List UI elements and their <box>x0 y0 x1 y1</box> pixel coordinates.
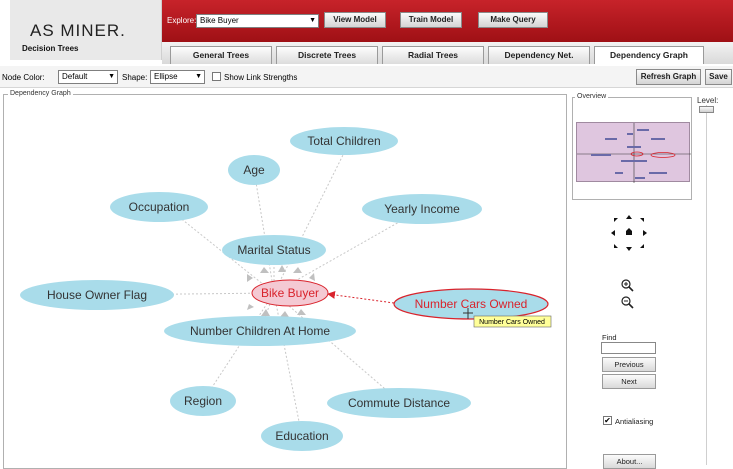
show-link-strengths-label: Show Link Strengths <box>224 73 298 82</box>
refresh-graph-button[interactable]: Refresh Graph <box>636 69 701 85</box>
about-button[interactable]: About... <box>603 454 656 469</box>
level-slider-thumb[interactable] <box>699 106 714 113</box>
node-label: Commute Distance <box>348 396 450 410</box>
node-label: Number Children At Home <box>190 324 330 338</box>
chevron-down-icon: ▼ <box>309 17 316 24</box>
make-query-button[interactable]: Make Query <box>478 12 548 28</box>
find-input[interactable] <box>601 342 656 354</box>
node-region[interactable]: Region <box>170 386 236 416</box>
edge-commute-distance <box>273 292 400 402</box>
explore-select-value: Bike Buyer <box>200 16 239 25</box>
pan-up-left-icon[interactable] <box>614 218 618 222</box>
node-education[interactable]: Education <box>261 421 343 451</box>
chevron-down-icon: ▼ <box>195 73 202 80</box>
explore-select[interactable]: Bike Buyer ▼ <box>196 14 319 28</box>
node-house-owner-flag[interactable]: House Owner Flag <box>20 280 174 310</box>
explore-label: Explore: <box>167 16 197 25</box>
overview-minimap[interactable] <box>576 122 691 183</box>
previous-button[interactable]: Previous <box>602 357 656 372</box>
tab-general-trees[interactable]: General Trees <box>170 46 272 64</box>
app-subtitle: Decision Trees <box>22 44 79 53</box>
tooltip: Number Cars Owned <box>473 315 552 328</box>
tab-dependency-net[interactable]: Dependency Net. <box>488 46 590 64</box>
pan-down-icon[interactable] <box>626 247 632 251</box>
node-color-label: Node Color: <box>2 73 45 82</box>
node-number-children-at-home[interactable]: Number Children At Home <box>164 316 356 346</box>
header: AS MINER. Decision Trees Explore: Bike B… <box>10 0 733 64</box>
antialiasing-label: Antialiasing <box>615 417 654 426</box>
zoom-in-icon[interactable] <box>620 278 636 292</box>
logo: AS MINER. Decision Trees <box>10 0 162 60</box>
edge-age <box>253 169 275 294</box>
train-model-button[interactable]: Train Model <box>400 12 462 28</box>
node-label: Yearly Income <box>384 202 460 216</box>
edge-number-cars-owned <box>327 290 395 304</box>
overview-title: Overview <box>575 93 609 100</box>
pan-down-left-icon[interactable] <box>614 244 618 248</box>
node-label: Total Children <box>307 134 380 148</box>
dependency-graph-panel: Dependency Graph Total Children Age Occu… <box>3 90 568 469</box>
pan-left-icon[interactable] <box>611 230 615 236</box>
node-label: Number Cars Owned <box>415 297 528 311</box>
pan-up-icon[interactable] <box>626 215 632 219</box>
app-window: AS MINER. Decision Trees Explore: Bike B… <box>0 0 733 469</box>
find-label: Find <box>602 333 617 342</box>
node-age[interactable]: Age <box>228 155 280 185</box>
view-model-button[interactable]: View Model <box>324 12 386 28</box>
tab-discrete-trees[interactable]: Discrete Trees <box>276 46 378 64</box>
tab-dependency-graph[interactable]: Dependency Graph <box>594 46 704 64</box>
antialiasing-checkbox[interactable]: ✔ <box>603 416 612 425</box>
home-icon[interactable] <box>626 228 632 235</box>
node-label: Age <box>243 163 265 177</box>
minimap-graph <box>577 123 691 183</box>
chevron-down-icon: ▼ <box>108 73 115 80</box>
node-label: Region <box>184 394 222 408</box>
brand-logo: AS MINER. <box>30 21 126 40</box>
node-total-children[interactable]: Total Children <box>290 127 398 155</box>
node-commute-distance[interactable]: Commute Distance <box>327 388 471 418</box>
overview-panel[interactable]: Overview <box>572 93 692 200</box>
node-color-value: Default <box>62 72 88 81</box>
zoom-out-icon[interactable] <box>620 295 636 309</box>
pan-right-icon[interactable] <box>643 230 647 236</box>
shape-label: Shape: <box>122 73 148 82</box>
node-label: House Owner Flag <box>47 288 147 302</box>
level-slider-track[interactable] <box>706 105 707 465</box>
edge-region <box>202 292 275 402</box>
node-label: Education <box>275 429 328 443</box>
node-yearly-income[interactable]: Yearly Income <box>362 194 482 224</box>
graph-toolbar: Node Color: Default ▼ Shape: Ellipse ▼ S… <box>0 66 733 88</box>
tooltip-text: Number Cars Owned <box>479 319 545 326</box>
node-label: Occupation <box>129 200 190 214</box>
show-link-strengths-checkbox[interactable] <box>212 72 221 81</box>
dependency-graph-canvas[interactable]: Total Children Age Occupation Yearly Inc… <box>4 95 568 469</box>
node-bike-buyer[interactable]: Bike Buyer <box>251 279 329 307</box>
node-color-select[interactable]: Default ▼ <box>58 70 118 84</box>
save-button[interactable]: Save <box>705 69 732 85</box>
level-label: Level: <box>697 96 719 105</box>
tab-radial-trees[interactable]: Radial Trees <box>382 46 484 64</box>
center-node-label: Bike Buyer <box>261 286 319 300</box>
node-occupation[interactable]: Occupation <box>110 192 208 222</box>
pan-up-right-icon[interactable] <box>640 218 644 222</box>
shape-value: Ellipse <box>154 72 178 81</box>
pan-down-right-icon[interactable] <box>640 244 644 248</box>
node-label: Marital Status <box>237 243 310 257</box>
header-toolbar: Explore: Bike Buyer ▼ View Model Train M… <box>162 0 733 42</box>
node-marital-status[interactable]: Marital Status <box>222 235 326 265</box>
node-number-cars-owned[interactable]: Number Cars Owned <box>393 288 549 320</box>
shape-select[interactable]: Ellipse ▼ <box>150 70 205 84</box>
next-button[interactable]: Next <box>602 374 656 389</box>
pan-control <box>611 215 647 251</box>
tab-bar: General Trees Discrete Trees Radial Tree… <box>162 42 733 64</box>
